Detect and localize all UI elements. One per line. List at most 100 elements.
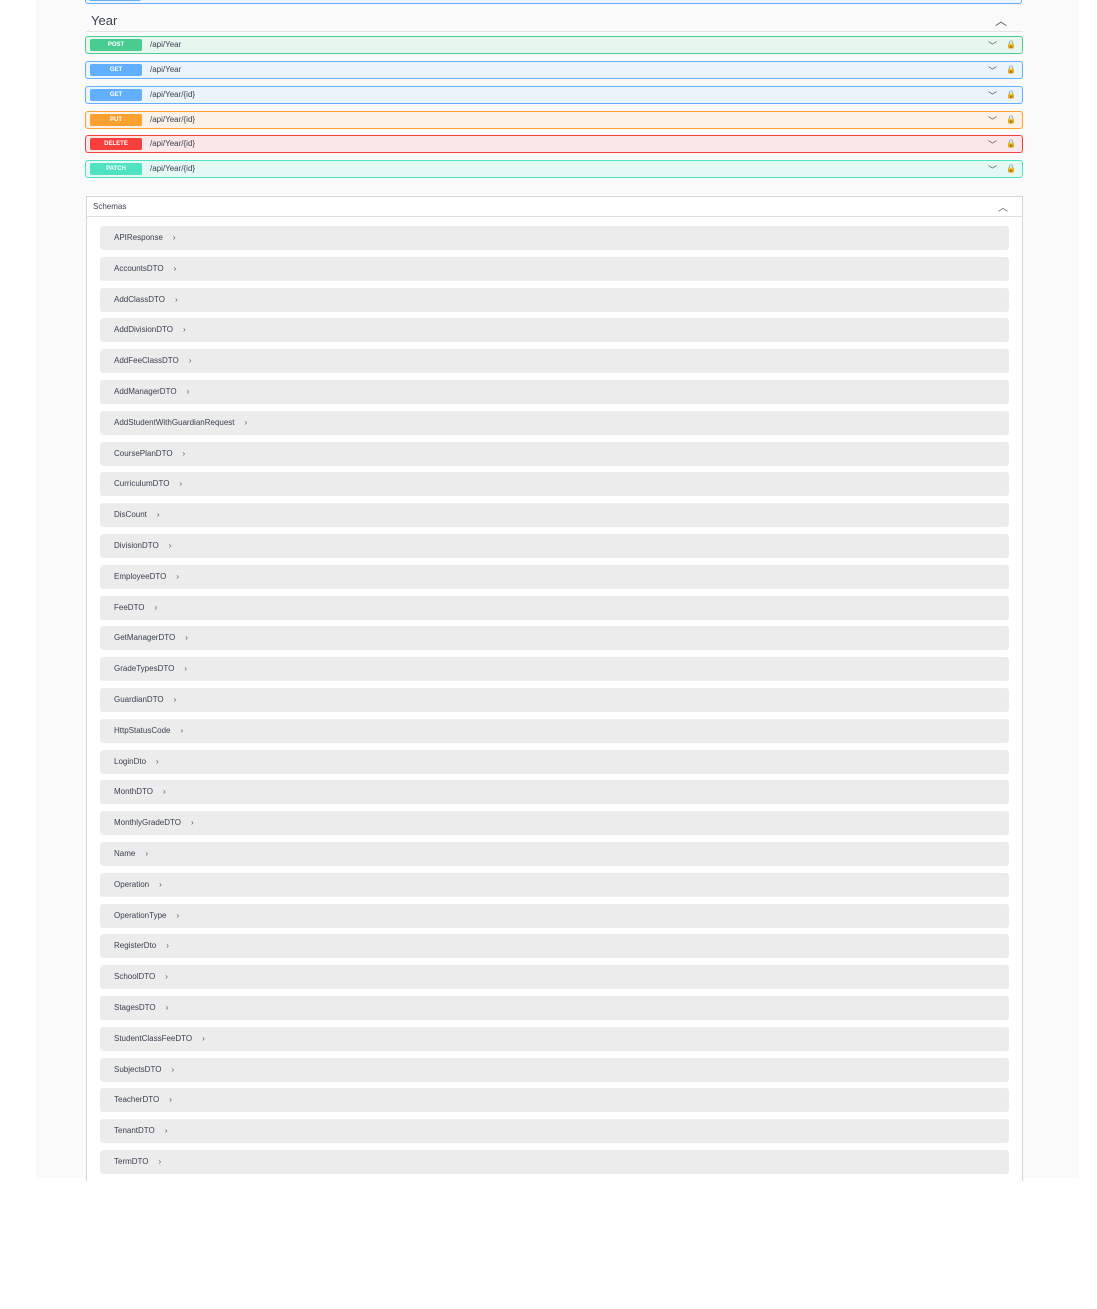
schema-model-name: CoursePlanDTO › xyxy=(114,449,185,458)
schemas-header[interactable]: Schemas ︿ xyxy=(87,197,1022,217)
schema-model-row[interactable]: DivisionDTO › xyxy=(100,534,1009,558)
operation-delete-row[interactable]: DELETE/api/Year/{id} ﹀ 🔒 xyxy=(85,135,1023,153)
operation-patch-row[interactable]: PATCH/api/Year/{id} ﹀ 🔒 xyxy=(85,160,1023,178)
previous-operation-block[interactable] xyxy=(85,0,1022,4)
chevron-right-icon[interactable]: › xyxy=(166,1003,169,1012)
operation-put-row[interactable]: PUT/api/Year/{id} ﹀ 🔒 xyxy=(85,111,1023,129)
chevron-right-icon[interactable]: › xyxy=(174,695,177,704)
chevron-right-icon[interactable]: › xyxy=(179,479,182,488)
schema-model-row[interactable]: RegisterDto › xyxy=(100,934,1009,958)
chevron-right-icon[interactable]: › xyxy=(155,603,158,612)
schema-model-name: GetManagerDTO › xyxy=(114,633,188,642)
schema-model-row[interactable]: AddManagerDTO › xyxy=(100,380,1009,404)
schema-model-row[interactable]: EmployeeDTO › xyxy=(100,565,1009,589)
chevron-down-icon[interactable]: ﹀ xyxy=(988,163,997,176)
schema-model-row[interactable]: StagesDTO › xyxy=(100,996,1009,1020)
schema-model-row[interactable]: CurriculumDTO › xyxy=(100,472,1009,496)
schema-model-row[interactable]: SubjectsDTO › xyxy=(100,1058,1009,1082)
chevron-down-icon[interactable]: ﹀ xyxy=(988,39,997,52)
operation-get-row[interactable]: GET/api/Year/{id} ﹀ 🔒 xyxy=(85,86,1023,104)
schema-model-row[interactable]: Operation › xyxy=(100,873,1009,897)
schema-model-row[interactable]: GuardianDTO › xyxy=(100,688,1009,712)
operation-get-row[interactable]: GET/api/Year ﹀ 🔒 xyxy=(85,61,1023,79)
schema-model-label: SchoolDTO xyxy=(114,972,156,981)
chevron-down-icon[interactable]: ﹀ xyxy=(988,114,997,127)
chevron-right-icon[interactable]: › xyxy=(165,972,168,981)
schema-model-row[interactable]: AddStudentWithGuardianRequest › xyxy=(100,411,1009,435)
schema-model-name: DivisionDTO › xyxy=(114,541,171,550)
schema-model-name: GradeTypesDTO › xyxy=(114,664,187,673)
chevron-right-icon[interactable]: › xyxy=(171,1065,174,1074)
chevron-right-icon[interactable]: › xyxy=(176,572,179,581)
lock-icon[interactable]: 🔒 xyxy=(1006,65,1016,74)
chevron-right-icon[interactable]: › xyxy=(173,233,176,242)
chevron-right-icon[interactable]: › xyxy=(169,541,172,550)
schema-model-row[interactable]: DisCount › xyxy=(100,503,1009,527)
schema-model-row[interactable]: OperationType › xyxy=(100,904,1009,928)
method-badge: PUT xyxy=(90,114,142,126)
operation-post-row[interactable]: POST/api/Year ﹀ 🔒 xyxy=(85,36,1023,54)
schema-model-row[interactable]: MonthlyGradeDTO › xyxy=(100,811,1009,835)
schema-model-label: Name xyxy=(114,849,136,858)
chevron-right-icon[interactable]: › xyxy=(185,633,188,642)
lock-icon[interactable]: 🔒 xyxy=(1006,40,1016,49)
chevron-right-icon[interactable]: › xyxy=(183,325,186,334)
lock-icon[interactable]: 🔒 xyxy=(1006,115,1016,124)
schema-model-row[interactable]: FeeDTO › xyxy=(100,596,1009,620)
chevron-right-icon[interactable]: › xyxy=(166,941,169,950)
schema-model-row[interactable]: AddFeeClassDTO › xyxy=(100,349,1009,373)
schema-model-row[interactable]: HttpStatusCode › xyxy=(100,719,1009,743)
chevron-down-icon[interactable]: ﹀ xyxy=(988,64,997,77)
chevron-up-icon[interactable]: ︿ xyxy=(998,199,1008,214)
schema-model-label: AddManagerDTO xyxy=(114,387,177,396)
schema-model-row[interactable]: AddDivisionDTO › xyxy=(100,318,1009,342)
schema-model-name: EmployeeDTO › xyxy=(114,572,179,581)
lock-icon[interactable]: 🔒 xyxy=(1006,90,1016,99)
chevron-right-icon[interactable]: › xyxy=(180,726,183,735)
schema-model-row[interactable]: Name › xyxy=(100,842,1009,866)
chevron-right-icon[interactable]: › xyxy=(174,264,177,273)
schema-model-row[interactable]: StudentClassFeeDTO › xyxy=(100,1027,1009,1051)
chevron-right-icon[interactable]: › xyxy=(165,1126,168,1135)
schema-model-row[interactable]: TeacherDTO › xyxy=(100,1088,1009,1112)
schema-model-row[interactable]: CoursePlanDTO › xyxy=(100,442,1009,466)
chevron-down-icon[interactable]: ﹀ xyxy=(988,138,997,151)
schema-model-name: MonthDTO › xyxy=(114,787,166,796)
schema-model-row[interactable]: GradeTypesDTO › xyxy=(100,657,1009,681)
schema-model-name: TermDTO › xyxy=(114,1157,161,1166)
chevron-right-icon[interactable]: › xyxy=(176,911,179,920)
schema-model-label: TermDTO xyxy=(114,1157,149,1166)
chevron-right-icon[interactable]: › xyxy=(187,387,190,396)
schema-model-label: GetManagerDTO xyxy=(114,633,176,642)
chevron-right-icon[interactable]: › xyxy=(145,849,148,858)
schema-model-row[interactable]: APIResponse › xyxy=(100,226,1009,250)
schema-model-row[interactable]: MonthDTO › xyxy=(100,780,1009,804)
schema-model-row[interactable]: AddClassDTO › xyxy=(100,288,1009,312)
schema-model-row[interactable]: AccountsDTO › xyxy=(100,257,1009,281)
schema-model-row[interactable]: TenantDTO › xyxy=(100,1119,1009,1143)
chevron-right-icon[interactable]: › xyxy=(169,1095,172,1104)
lock-icon[interactable]: 🔒 xyxy=(1006,164,1016,173)
chevron-right-icon[interactable]: › xyxy=(157,510,160,519)
schema-model-row[interactable]: GetManagerDTO › xyxy=(100,626,1009,650)
tag-section-header[interactable]: Year ︿ xyxy=(86,10,1023,32)
chevron-right-icon[interactable]: › xyxy=(245,418,248,427)
schema-model-row[interactable]: SchoolDTO › xyxy=(100,965,1009,989)
chevron-right-icon[interactable]: › xyxy=(156,757,159,766)
chevron-down-icon[interactable]: ﹀ xyxy=(988,89,997,102)
schema-model-row[interactable]: LoginDto › xyxy=(100,750,1009,774)
chevron-right-icon[interactable]: › xyxy=(184,664,187,673)
chevron-right-icon[interactable]: › xyxy=(159,880,162,889)
lock-icon[interactable]: 🔒 xyxy=(1006,139,1016,148)
chevron-up-icon[interactable]: ︿ xyxy=(995,12,1007,29)
schema-model-label: LoginDto xyxy=(114,757,147,766)
chevron-right-icon[interactable]: › xyxy=(191,818,194,827)
method-badge xyxy=(89,0,141,1)
chevron-right-icon[interactable]: › xyxy=(202,1034,205,1043)
chevron-right-icon[interactable]: › xyxy=(183,449,186,458)
chevron-right-icon[interactable]: › xyxy=(175,295,178,304)
chevron-right-icon[interactable]: › xyxy=(159,1157,162,1166)
chevron-right-icon[interactable]: › xyxy=(189,356,192,365)
chevron-right-icon[interactable]: › xyxy=(163,787,166,796)
schema-model-row[interactable]: TermDTO › xyxy=(100,1150,1009,1174)
